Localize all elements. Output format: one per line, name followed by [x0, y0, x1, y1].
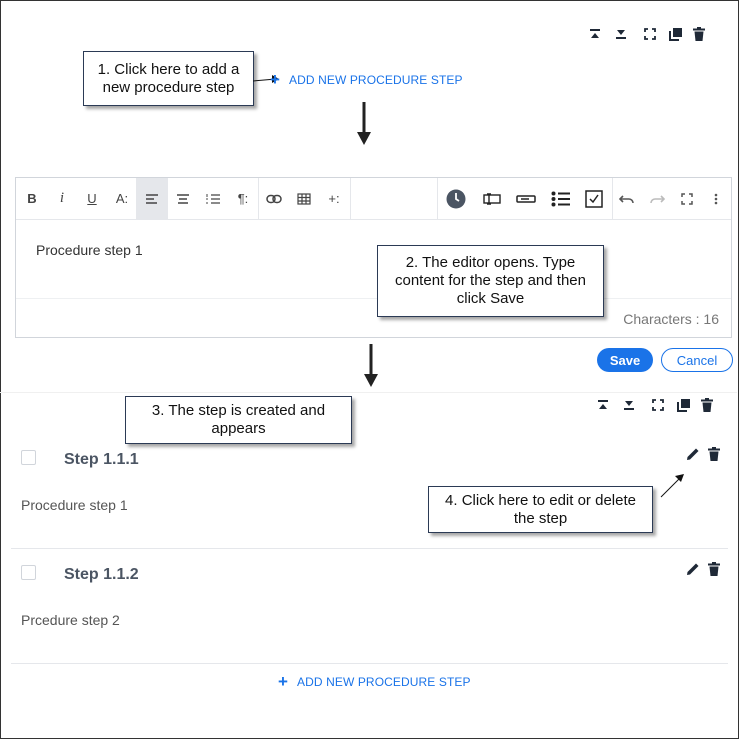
callout-editor: 2. The editor opens. Type content for th… [377, 245, 604, 317]
table-button[interactable] [290, 178, 318, 219]
add-new-procedure-step-link[interactable]: + ADD NEW PROCEDURE STEP [270, 70, 463, 89]
delete-icon[interactable] [706, 561, 722, 577]
callout-arrow [660, 474, 684, 498]
step-content: Procedure step 1 [21, 497, 128, 513]
delete-icon[interactable] [691, 26, 707, 42]
delete-icon[interactable] [699, 397, 715, 413]
insert-more-button[interactable]: +: [320, 178, 348, 219]
edit-pencil-icon[interactable] [685, 446, 701, 462]
step-checkbox[interactable] [21, 450, 36, 465]
collapse-all-icon[interactable] [588, 27, 602, 41]
step-divider [11, 663, 728, 664]
delete-icon[interactable] [706, 446, 722, 462]
step-title: Step 1.1.1 [64, 451, 139, 468]
add-step-label: ADD NEW PROCEDURE STEP [297, 675, 471, 689]
input-icon[interactable] [513, 178, 539, 219]
undo-icon[interactable] [614, 178, 640, 219]
bold-button[interactable]: B [20, 178, 44, 219]
expand-all-icon[interactable] [614, 27, 628, 41]
toolbar-separator [612, 178, 613, 219]
paragraph-button[interactable]: ¶: [230, 178, 256, 219]
align-center-button[interactable] [170, 178, 196, 219]
add-new-procedure-step-link[interactable]: + ADD NEW PROCEDURE STEP [278, 672, 471, 691]
copy-icon[interactable] [668, 26, 684, 42]
expand-all-icon[interactable] [622, 398, 636, 412]
underline-button[interactable]: U [80, 178, 104, 219]
text-style-button[interactable]: A: [110, 178, 134, 219]
copy-icon[interactable] [676, 397, 692, 413]
clock-icon[interactable] [443, 178, 469, 219]
callout-add-step: 1. Click here to add a new procedure ste… [83, 51, 254, 106]
link-button[interactable] [260, 178, 288, 219]
flow-arrow-down [357, 102, 371, 145]
character-count: Characters : 16 [623, 311, 719, 327]
editor-footer-divider [16, 298, 731, 299]
editor-content[interactable]: Procedure step 1 [36, 242, 143, 258]
save-button[interactable]: Save [597, 348, 653, 372]
fullscreen-icon[interactable] [643, 27, 657, 41]
redo-icon[interactable] [644, 178, 670, 219]
more-options-icon[interactable] [704, 178, 728, 219]
callout-step-created: 3. The step is created and appears [125, 396, 352, 444]
toolbar-separator [437, 178, 438, 219]
toolbar-separator [350, 178, 351, 219]
ordered-list-button[interactable] [200, 178, 226, 219]
cancel-button[interactable]: Cancel [661, 348, 733, 372]
plus-icon: + [270, 70, 281, 89]
add-step-label: ADD NEW PROCEDURE STEP [289, 73, 463, 87]
editor-fullscreen-icon[interactable] [674, 178, 700, 219]
step-content: Prcedure step 2 [21, 612, 120, 628]
align-left-button[interactable] [136, 178, 168, 219]
edit-pencil-icon[interactable] [685, 561, 701, 577]
checklist-icon[interactable] [548, 178, 574, 219]
italic-button[interactable]: i [50, 178, 74, 219]
fullscreen-icon[interactable] [651, 398, 665, 412]
section-divider [0, 392, 737, 393]
flow-arrow-down [364, 344, 378, 387]
collapse-all-icon[interactable] [596, 398, 610, 412]
step-divider [11, 548, 728, 549]
editor-toolbar: B i U A: ¶: +: [16, 178, 731, 220]
checkbox-icon[interactable] [581, 178, 607, 219]
step-checkbox[interactable] [21, 565, 36, 580]
toolbar-separator [258, 178, 259, 219]
rich-text-editor: B i U A: ¶: +: Procedure step 1 Characte… [15, 177, 732, 338]
field-icon[interactable] [479, 178, 505, 219]
plus-icon: + [278, 672, 289, 691]
callout-edit-delete: 4. Click here to edit or delete the step [428, 486, 653, 533]
step-title: Step 1.1.2 [64, 566, 139, 583]
